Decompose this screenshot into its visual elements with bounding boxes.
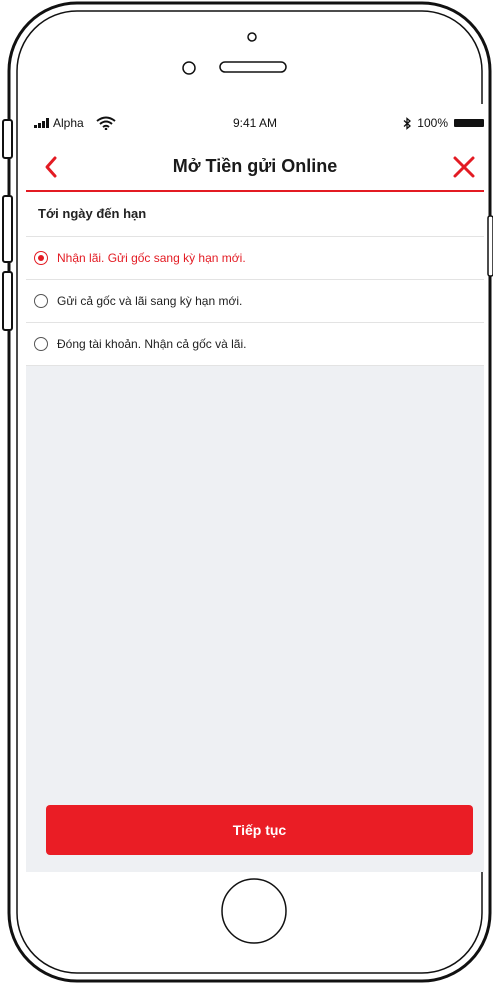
option-label: Gửi cả gốc và lãi sang kỳ hạn mới. <box>57 294 243 308</box>
option-rollover-principal-interest[interactable]: Gửi cả gốc và lãi sang kỳ hạn mới. <box>26 280 484 323</box>
radio-unselected-icon[interactable] <box>34 294 48 308</box>
battery-percent: 100% <box>417 116 448 130</box>
close-icon[interactable] <box>450 153 478 181</box>
app-screen: Alpha 9:41 AM 100% Mở Tiền gửi Online Tớ… <box>26 104 484 872</box>
section-title: Tới ngày đến hạn <box>26 192 484 237</box>
option-close-account[interactable]: Đóng tài khoản. Nhận cả gốc và lãi. <box>26 323 484 366</box>
navigation-bar: Mở Tiền gửi Online <box>26 144 484 192</box>
option-receive-interest[interactable]: Nhận lãi. Gửi gốc sang kỳ hạn mới. <box>26 237 484 280</box>
option-label: Đóng tài khoản. Nhận cả gốc và lãi. <box>57 337 247 351</box>
status-bar: Alpha 9:41 AM 100% <box>26 104 484 144</box>
home-button <box>221 878 287 944</box>
status-battery: 100% <box>403 116 484 130</box>
continue-button[interactable]: Tiếp tục <box>46 805 473 855</box>
bluetooth-icon <box>403 116 412 130</box>
page-title: Mở Tiền gửi Online <box>172 156 338 176</box>
radio-unselected-icon[interactable] <box>34 337 48 351</box>
battery-icon <box>454 119 484 127</box>
option-label: Nhận lãi. Gửi gốc sang kỳ hạn mới. <box>57 251 246 265</box>
radio-selected-icon[interactable] <box>34 251 48 265</box>
maturity-options-panel: Tới ngày đến hạn Nhận lãi. Gửi gốc sang … <box>26 192 484 366</box>
